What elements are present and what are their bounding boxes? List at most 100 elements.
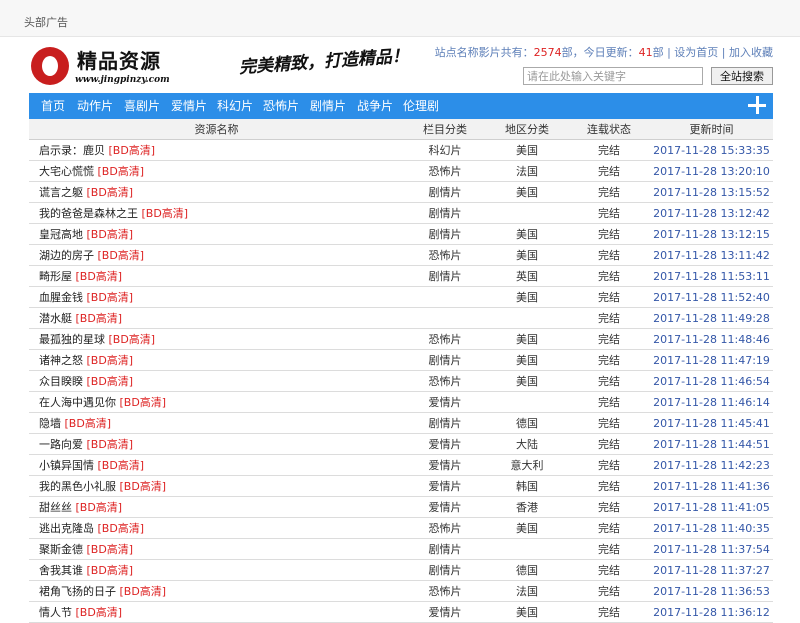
table-row[interactable]: 裙角飞扬的日子 [BD高清] 恐怖片 法国 完结 2017-11-28 11:36:53 [29, 580, 773, 602]
table-row[interactable]: 聚斯金德 [BD高清] 剧情片 完结 2017-11-28 11:37:54 [29, 538, 773, 560]
resource-title-link[interactable]: 启示录：鹿贝 [39, 144, 105, 157]
resource-title-link[interactable]: 舍我其谁 [39, 564, 83, 577]
table-row[interactable]: 谎言之躯 [BD高清] 剧情片 美国 完结 2017-11-28 13:15:52 [29, 181, 773, 203]
table-row[interactable]: 隐墙 [BD高清] 剧情片 德国 完结 2017-11-28 11:45:41 [29, 412, 773, 434]
search-input[interactable] [523, 67, 703, 85]
resource-title-link[interactable]: 大宅心慌慌 [39, 165, 94, 178]
resource-name-cell[interactable]: 裙角飞扬的日子 [BD高清] [29, 580, 404, 602]
resource-name-cell[interactable]: 血腥金钱 [BD高清] [29, 286, 404, 308]
resource-name-cell[interactable]: 甜丝丝 [BD高清] [29, 496, 404, 518]
category-cell: 剧情片 [404, 265, 486, 287]
search-bar: 全站搜索 [523, 67, 773, 85]
table-row[interactable]: 舍我其谁 [BD高清] 剧情片 德国 完结 2017-11-28 11:37:27 [29, 559, 773, 581]
resource-title-link[interactable]: 甜丝丝 [39, 501, 72, 514]
resource-title-link[interactable]: 我的黑色小礼服 [39, 480, 116, 493]
add-favorite-link[interactable]: 加入收藏 [729, 46, 773, 59]
resource-name-cell[interactable]: 舍我其谁 [BD高清] [29, 559, 404, 581]
resource-name-cell[interactable]: 小镇异国情 [BD高清] [29, 454, 404, 476]
resource-title-link[interactable]: 皇冠高地 [39, 228, 83, 241]
nav-item[interactable]: 伦理剧 [403, 93, 439, 119]
resource-title-link[interactable]: 湖边的房子 [39, 249, 94, 262]
set-home-link[interactable]: 设为首页 [674, 46, 718, 59]
table-row[interactable]: 小镇异国情 [BD高清] 爱情片 意大利 完结 2017-11-28 11:42:23 [29, 454, 773, 476]
nav-item[interactable]: 喜剧片 [124, 93, 160, 119]
region-cell [486, 391, 568, 413]
resource-title-link[interactable]: 聚斯金德 [39, 543, 83, 556]
resource-name-cell[interactable]: 大宅心慌慌 [BD高清] [29, 160, 404, 182]
resource-name-cell[interactable]: 皇冠高地 [BD高清] [29, 223, 404, 245]
resource-name-cell[interactable]: 谎言之躯 [BD高清] [29, 181, 404, 203]
resource-name-cell[interactable]: 逃出克隆岛 [BD高清] [29, 517, 404, 539]
table-row[interactable]: 启示录：鹿贝 [BD高清] 科幻片 美国 完结 2017-11-28 15:33:35 [29, 139, 773, 161]
quality-tag: [BD高清] [75, 270, 123, 283]
resource-title-link[interactable]: 血腥金钱 [39, 291, 83, 304]
update-time-cell: 2017-11-28 11:52:40 [650, 286, 773, 308]
resource-title-link[interactable]: 情人节 [39, 606, 72, 619]
resource-title-link[interactable]: 逃出克隆岛 [39, 522, 94, 535]
search-button[interactable]: 全站搜索 [711, 67, 773, 85]
table-row[interactable]: 众目睽睽 [BD高清] 恐怖片 美国 完结 2017-11-28 11:46:54 [29, 370, 773, 392]
nav-item[interactable]: 剧情片 [310, 93, 346, 119]
table-row[interactable]: 皇冠高地 [BD高清] 剧情片 美国 完结 2017-11-28 13:12:15 [29, 223, 773, 245]
resource-name-cell[interactable]: 潜水艇 [BD高清] [29, 307, 404, 329]
resource-title-link[interactable]: 在人海中遇见你 [39, 396, 116, 409]
status-cell: 完结 [568, 223, 650, 245]
plus-icon[interactable] [747, 95, 767, 115]
table-row[interactable]: 情人节 [BD高清] 爱情片 美国 完结 2017-11-28 11:36:12 [29, 601, 773, 623]
table-row[interactable]: 在人海中遇见你 [BD高清] 爱情片 完结 2017-11-28 11:46:14 [29, 391, 773, 413]
update-time-cell: 2017-11-28 15:33:35 [650, 139, 773, 161]
quality-tag: [BD高清] [86, 438, 134, 451]
nav-item[interactable]: 动作片 [77, 93, 113, 119]
resource-title-link[interactable]: 诸神之怒 [39, 354, 83, 367]
resource-name-cell[interactable]: 畸形屋 [BD高清] [29, 265, 404, 287]
resource-title-link[interactable]: 裙角飞扬的日子 [39, 585, 116, 598]
resource-title-link[interactable]: 小镇异国情 [39, 459, 94, 472]
table-row[interactable]: 甜丝丝 [BD高清] 爱情片 香港 完结 2017-11-28 11:41:05 [29, 496, 773, 518]
table-row[interactable]: 大宅心慌慌 [BD高清] 恐怖片 法国 完结 2017-11-28 13:20:10 [29, 160, 773, 182]
resource-title-link[interactable]: 一路向爱 [39, 438, 83, 451]
update-time-cell: 2017-11-28 13:12:15 [650, 223, 773, 245]
resource-title-link[interactable]: 潜水艇 [39, 312, 72, 325]
resource-name-cell[interactable]: 诸神之怒 [BD高清] [29, 349, 404, 371]
table-row[interactable]: 畸形屋 [BD高清] 剧情片 英国 完结 2017-11-28 11:53:11 [29, 265, 773, 287]
table-row[interactable]: 湖边的房子 [BD高清] 恐怖片 美国 完结 2017-11-28 13:11:42 [29, 244, 773, 266]
update-time-cell: 2017-11-28 11:46:54 [650, 370, 773, 392]
table-row[interactable]: 诸神之怒 [BD高清] 剧情片 美国 完结 2017-11-28 11:47:19 [29, 349, 773, 371]
table-row[interactable]: 潜水艇 [BD高清] 完结 2017-11-28 11:49:28 [29, 307, 773, 329]
resource-name-cell[interactable]: 一路向爱 [BD高清] [29, 433, 404, 455]
main-nav: 首页 动作片 喜剧片 爱情片 科幻片 恐怖片 剧情片 战争片 伦理剧 [29, 93, 773, 119]
site-logo[interactable]: 精品资源 www.jingpinzy.com [31, 45, 181, 87]
resource-title-link[interactable]: 众目睽睽 [39, 375, 83, 388]
resource-title-link[interactable]: 隐墙 [39, 417, 61, 430]
resource-name-cell[interactable]: 我的爸爸是森林之王 [BD高清] [29, 202, 404, 224]
resource-title-link[interactable]: 我的爸爸是森林之王 [39, 207, 138, 220]
resource-name-cell[interactable]: 隐墙 [BD高清] [29, 412, 404, 434]
quality-tag: [BD高清] [86, 186, 134, 199]
resource-name-cell[interactable]: 情人节 [BD高清] [29, 601, 404, 623]
table-row[interactable]: 一路向爱 [BD高清] 爱情片 大陆 完结 2017-11-28 11:44:51 [29, 433, 773, 455]
table-row[interactable]: 最孤独的星球 [BD高清] 恐怖片 美国 完结 2017-11-28 11:48:46 [29, 328, 773, 350]
table-row[interactable]: 我的黑色小礼服 [BD高清] 爱情片 韩国 完结 2017-11-28 11:41:36 [29, 475, 773, 497]
resource-name-cell[interactable]: 湖边的房子 [BD高清] [29, 244, 404, 266]
resource-title-link[interactable]: 谎言之躯 [39, 186, 83, 199]
nav-item[interactable]: 战争片 [357, 93, 393, 119]
category-cell: 剧情片 [404, 412, 486, 434]
nav-item[interactable]: 首页 [41, 93, 65, 119]
resource-name-cell[interactable]: 启示录：鹿贝 [BD高清] [29, 139, 404, 161]
resource-name-cell[interactable]: 聚斯金德 [BD高清] [29, 538, 404, 560]
resource-name-cell[interactable]: 最孤独的星球 [BD高清] [29, 328, 404, 350]
status-cell: 完结 [568, 349, 650, 371]
status-cell: 完结 [568, 307, 650, 329]
nav-item[interactable]: 科幻片 [217, 93, 253, 119]
nav-item[interactable]: 恐怖片 [263, 93, 299, 119]
resource-title-link[interactable]: 最孤独的星球 [39, 333, 105, 346]
table-row[interactable]: 血腥金钱 [BD高清] 美国 完结 2017-11-28 11:52:40 [29, 286, 773, 308]
resource-name-cell[interactable]: 我的黑色小礼服 [BD高清] [29, 475, 404, 497]
table-row[interactable]: 我的爸爸是森林之王 [BD高清] 剧情片 完结 2017-11-28 13:12:42 [29, 202, 773, 224]
resource-title-link[interactable]: 畸形屋 [39, 270, 72, 283]
table-row[interactable]: 逃出克隆岛 [BD高清] 恐怖片 美国 完结 2017-11-28 11:40:35 [29, 517, 773, 539]
region-cell: 法国 [486, 580, 568, 602]
resource-name-cell[interactable]: 众目睽睽 [BD高清] [29, 370, 404, 392]
nav-item[interactable]: 爱情片 [171, 93, 207, 119]
resource-name-cell[interactable]: 在人海中遇见你 [BD高清] [29, 391, 404, 413]
